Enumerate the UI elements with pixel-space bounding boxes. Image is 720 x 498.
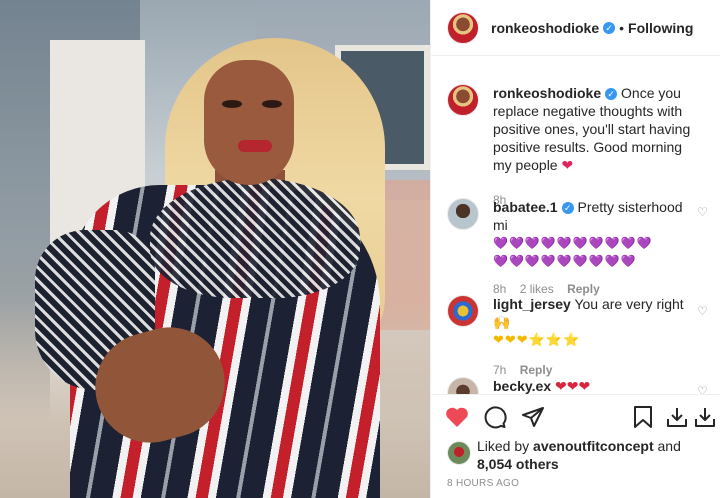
- verified-badge-icon: ✓: [605, 88, 618, 100]
- comment-like-heart-icon[interactable]: ♡: [697, 385, 709, 394]
- heart-filled-icon[interactable]: [443, 403, 471, 431]
- avatar[interactable]: [447, 295, 479, 327]
- comment-like-heart-icon[interactable]: ♡: [697, 305, 709, 317]
- post-header: ronkeoshodioke ✓ • Following: [431, 0, 720, 56]
- avatar[interactable]: [447, 198, 479, 230]
- avatar[interactable]: [447, 11, 479, 44]
- verified-badge-icon: ✓: [561, 202, 574, 214]
- red-heart-emojis: ❤❤❤: [555, 378, 591, 394]
- comment-username[interactable]: becky.ex: [493, 378, 551, 394]
- liked-by-conj: and: [657, 438, 681, 454]
- purple-heart-emojis: 💜💜💜💜💜💜💜💜💜: [493, 254, 637, 268]
- following-button[interactable]: Following: [628, 20, 693, 36]
- verified-badge-icon: ✓: [603, 21, 616, 34]
- dress-embroidery: [150, 178, 360, 298]
- comment-text: You are very right: [574, 296, 684, 312]
- comment-time[interactable]: 7h: [493, 363, 506, 377]
- person-eye: [222, 100, 242, 108]
- caption: ronkeoshodioke ✓ Once you replace negativ…: [447, 84, 709, 209]
- purple-heart-emojis: 💜💜💜💜💜💜💜💜💜💜: [493, 236, 653, 250]
- red-heart-emoji: ❤: [561, 157, 574, 173]
- comment-like-heart-icon[interactable]: ♡: [697, 206, 709, 218]
- reply-button[interactable]: Reply: [567, 282, 600, 296]
- person-face: [204, 60, 294, 185]
- reply-button[interactable]: Reply: [520, 363, 553, 377]
- comment-item: becky.ex ❤❤❤ ♡: [447, 377, 709, 394]
- avatar[interactable]: [447, 84, 479, 116]
- download-icon[interactable]: [663, 403, 691, 431]
- hearts-stars-emojis: ❤❤❤⭐⭐⭐: [493, 332, 581, 347]
- post-side-panel: ronkeoshodioke ✓ • Following ronkeoshodi…: [430, 0, 720, 498]
- comment-likes[interactable]: 2 likes: [520, 282, 554, 296]
- likes-summary: Liked by avenoutfitconcept and 8,054 oth…: [447, 437, 681, 473]
- action-icons: [443, 403, 715, 433]
- separator-dot: •: [619, 19, 625, 36]
- download-icon[interactable]: [691, 403, 719, 431]
- liked-by-prefix: Liked by: [477, 438, 530, 454]
- person-lips: [238, 140, 272, 152]
- raised-hands-emoji: 🙌: [493, 314, 511, 330]
- save-icon[interactable]: [629, 403, 657, 431]
- avatar[interactable]: [447, 441, 471, 465]
- liked-by-user[interactable]: avenoutfitconcept: [533, 438, 654, 454]
- post-photo[interactable]: [0, 0, 430, 498]
- caption-username[interactable]: ronkeoshodioke: [493, 85, 601, 101]
- likes-count[interactable]: 8,054 others: [477, 456, 559, 472]
- header-username[interactable]: ronkeoshodioke: [491, 20, 599, 36]
- avatar[interactable]: [447, 377, 479, 394]
- comment-username[interactable]: light_jersey: [493, 296, 571, 312]
- comment-time[interactable]: 8h: [493, 282, 506, 296]
- comment-username[interactable]: babatee.1: [493, 199, 558, 215]
- comment-item: light_jersey You are very right 🙌 ❤❤❤⭐⭐⭐…: [447, 295, 709, 379]
- comments-list[interactable]: ronkeoshodioke ✓ Once you replace negativ…: [431, 57, 720, 394]
- share-icon[interactable]: [519, 403, 547, 431]
- comment-item: babatee.1 ✓ Pretty sisterhood mi 💜💜💜💜💜💜💜💜…: [447, 198, 709, 298]
- person-eye: [262, 100, 282, 108]
- post-timestamp[interactable]: 8 HOURS AGO: [447, 478, 519, 489]
- comment-icon[interactable]: [481, 403, 509, 431]
